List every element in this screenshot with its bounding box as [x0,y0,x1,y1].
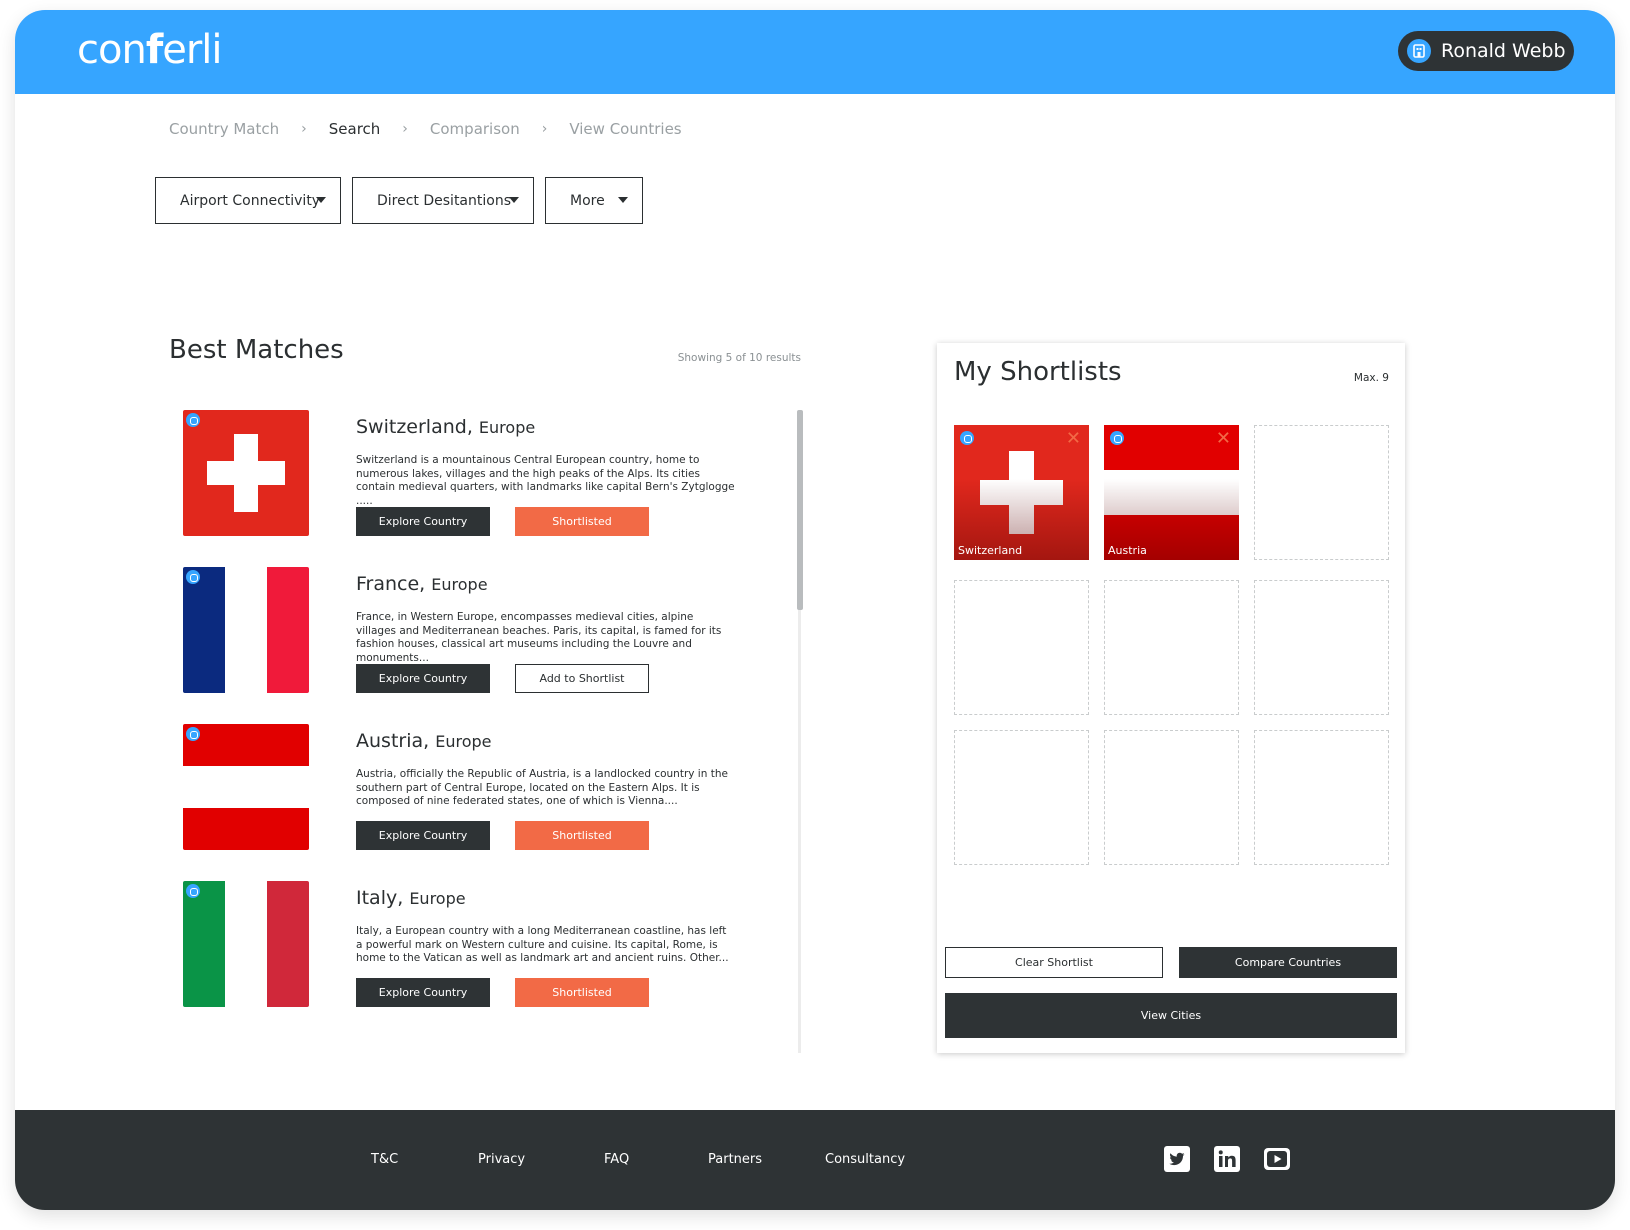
result-item-switzerland: Switzerland, Europe Switzerland is a mou… [183,410,743,536]
twitter-icon[interactable] [1163,1145,1191,1173]
shortlist-slot-empty[interactable] [954,730,1089,865]
switzerland-flag [183,410,309,536]
breadcrumb-country-match[interactable]: Country Match [169,120,279,138]
user-menu-button[interactable]: Ronald Webb [1398,31,1574,71]
filter-more[interactable]: More [545,177,643,224]
italy-flag [183,881,309,1007]
user-name: Ronald Webb [1441,40,1566,62]
slot-label: Switzerland [958,544,1023,557]
country-name: France, Europe [356,573,488,595]
breadcrumb-view-countries[interactable]: View Countries [569,120,681,138]
verified-badge-icon [186,570,200,584]
results-scrollbar-thumb[interactable] [797,410,803,610]
filter-label: Airport Connectivity [180,192,321,209]
chevron-right-icon: › [541,121,548,137]
country-name: Austria, Europe [356,730,492,752]
breadcrumb-comparison[interactable]: Comparison [430,120,520,138]
shortlist-slot-empty[interactable] [954,580,1089,715]
breadcrumb: Country Match › Search › Comparison › Vi… [169,120,682,138]
country-description: Switzerland is a mountainous Central Eur… [356,454,735,507]
footer-link-privacy[interactable]: Privacy [478,1152,525,1167]
view-cities-button[interactable]: View Cities [945,993,1397,1038]
result-item-italy: Italy, Europe Italy, a European country … [183,881,743,1007]
shortlist-slot-empty[interactable] [1254,425,1389,560]
explore-country-button[interactable]: Explore Country [356,507,490,536]
top-bar: conferli Ronald Webb [15,10,1615,94]
app-frame: conferli Ronald Webb Country Match › Sea… [15,10,1615,1210]
chevron-right-icon: › [402,121,408,137]
caret-down-icon [316,197,326,203]
verified-badge-icon [1110,431,1124,445]
footer-link-consultancy[interactable]: Consultancy [825,1152,905,1167]
filter-airport-connectivity[interactable]: Airport Connectivity [155,177,341,224]
caret-down-icon [509,197,519,203]
shortlist-slot-empty[interactable] [1254,580,1389,715]
best-matches-title: Best Matches [169,335,344,365]
results-count: Showing 5 of 10 results [677,352,801,364]
shortlist-slot-empty[interactable] [1254,730,1389,865]
shortlist-max: Max. 9 [1353,372,1389,384]
conferli-logo[interactable]: conferli [77,26,223,74]
filter-label: More [570,192,605,209]
country-description: Italy, a European country with a long Me… [356,925,729,964]
add-to-shortlist-button[interactable]: Add to Shortlist [515,664,649,693]
result-item-austria: Austria, Europe Austria, officially the … [183,724,743,850]
youtube-icon[interactable] [1263,1145,1291,1173]
shortlist-slot-austria[interactable]: ✕ Austria [1104,425,1239,560]
verified-badge-icon [960,431,974,445]
footer: T&C Privacy FAQ Partners Consultancy [15,1110,1615,1210]
shortlisted-button[interactable]: Shortlisted [515,507,649,536]
footer-link-faq[interactable]: FAQ [604,1152,629,1167]
shortlist-title: My Shortlists [954,357,1122,387]
explore-country-button[interactable]: Explore Country [356,978,490,1007]
shortlist-slot-switzerland[interactable]: ✕ Switzerland [954,425,1089,560]
shortlisted-button[interactable]: Shortlisted [515,978,649,1007]
verified-badge-icon [186,727,200,741]
breadcrumb-search[interactable]: Search [329,120,381,138]
shortlisted-button[interactable]: Shortlisted [515,821,649,850]
caret-down-icon [618,197,628,203]
shortlist-panel: My Shortlists Max. 9 ✕ Switzerland ✕ Aus… [937,343,1405,1053]
footer-link-partners[interactable]: Partners [708,1152,762,1167]
slot-label: Austria [1108,544,1147,557]
clear-shortlist-button[interactable]: Clear Shortlist [945,947,1163,978]
chevron-right-icon: › [301,121,307,137]
remove-icon[interactable]: ✕ [1066,430,1081,448]
verified-badge-icon [186,413,200,427]
country-description: France, in Western Europe, encompasses m… [356,611,722,664]
explore-country-button[interactable]: Explore Country [356,664,490,693]
country-name: Italy, Europe [356,887,466,909]
france-flag [183,567,309,693]
austria-flag [183,724,309,850]
country-name: Switzerland, Europe [356,416,536,438]
explore-country-button[interactable]: Explore Country [356,821,490,850]
verified-badge-icon [186,884,200,898]
linkedin-icon[interactable] [1213,1145,1241,1173]
result-item-france: France, Europe France, in Western Europe… [183,567,743,693]
shortlist-slot-empty[interactable] [1104,730,1239,865]
user-badge-icon [1407,39,1431,63]
footer-link-tc[interactable]: T&C [371,1152,398,1167]
filter-label: Direct Desitantions [377,192,511,209]
shortlist-slot-empty[interactable] [1104,580,1239,715]
compare-countries-button[interactable]: Compare Countries [1179,947,1397,978]
remove-icon[interactable]: ✕ [1216,430,1231,448]
filter-direct-destinations[interactable]: Direct Desitantions [352,177,534,224]
country-description: Austria, officially the Republic of Aust… [356,768,728,807]
